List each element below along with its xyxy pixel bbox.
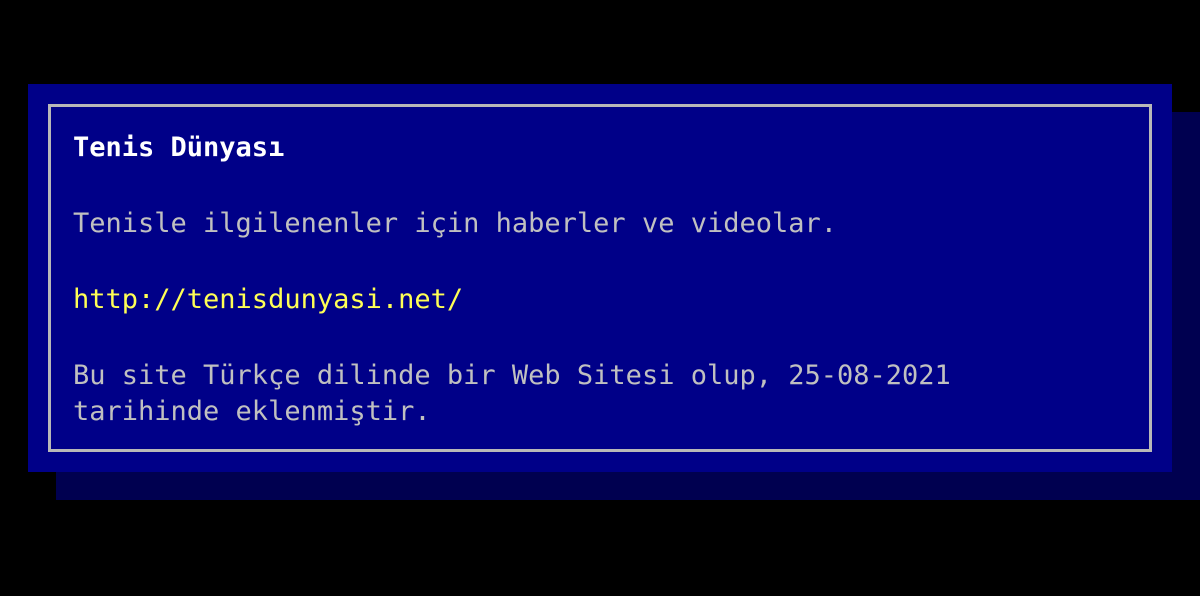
site-description: Tenisle ilgilenenler için haberler ve vi…	[73, 208, 838, 239]
site-info-panel: Tenis Dünyası Tenisle ilgilenenler için …	[28, 84, 1172, 472]
screen: Tenis Dünyası Tenisle ilgilenenler için …	[0, 0, 1200, 596]
site-url-link[interactable]: http://tenisdunyasi.net/	[73, 282, 463, 318]
panel-border: Tenis Dünyası Tenisle ilgilenenler için …	[48, 104, 1152, 452]
site-info-line-2: tarihinde eklenmiştir.	[73, 396, 431, 427]
site-info-text: Bu site Türkçe dilinde bir Web Sitesi ol…	[73, 358, 951, 430]
site-title: Tenis Dünyası	[73, 132, 285, 163]
site-info-line-1: Bu site Türkçe dilinde bir Web Sitesi ol…	[73, 360, 951, 391]
